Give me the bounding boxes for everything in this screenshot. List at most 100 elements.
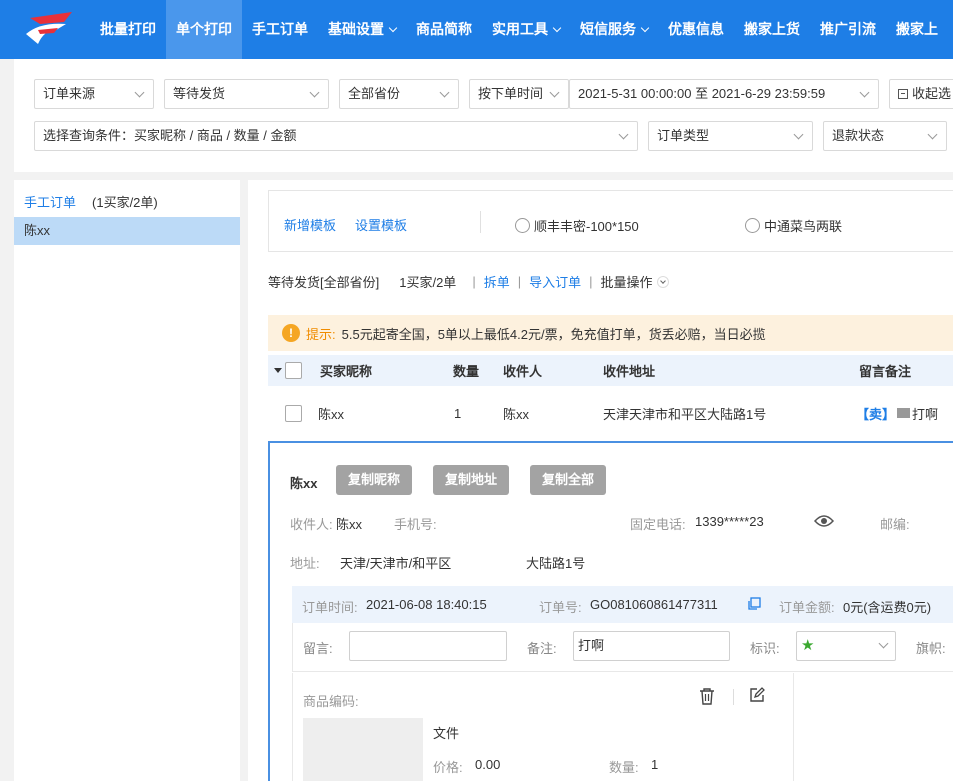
copy-all-button[interactable]: 复制全部 <box>530 465 607 495</box>
template-settings-link[interactable]: 设置模板 <box>355 215 407 234</box>
select-value: 订单来源 <box>43 86 96 101</box>
seller-tag: 【卖】 <box>856 406 896 422</box>
copy-nickname-button[interactable]: 复制昵称 <box>336 465 413 495</box>
radio-label: 中通菜鸟两联 <box>764 219 843 234</box>
eye-icon[interactable] <box>813 514 835 531</box>
checkbox <box>285 404 302 422</box>
tip-text: 5.5元起寄全国，5单以上最低4.2元/票，免充值打单，货丢必赔，当日必揽 <box>341 326 766 342</box>
copy-icon[interactable] <box>747 597 761 614</box>
chevron-down-icon <box>549 87 560 98</box>
row-checkbox[interactable] <box>285 388 302 438</box>
divider <box>480 211 481 233</box>
nav-label: 搬家上 <box>896 21 938 37</box>
nav-label: 批量打印 <box>100 21 156 37</box>
goods-section: 商品编码: 文件 价格: 0.00 数量: 1 <box>292 673 953 781</box>
import-order-link[interactable]: 导入订单 <box>529 272 581 291</box>
nav-product-abbr[interactable]: 商品简称 <box>406 0 482 59</box>
order-status-select[interactable]: 等待发货 <box>164 79 329 109</box>
edit-icon[interactable] <box>749 687 765 706</box>
divider <box>733 689 734 705</box>
remark-text: 打啊 <box>912 406 939 422</box>
radio-label: 顺丰丰密-100*150 <box>534 219 639 234</box>
divider: | <box>472 274 476 289</box>
note-input[interactable]: 打啊 <box>573 631 730 661</box>
chevron-down-icon <box>859 87 870 98</box>
address-street: 大陆路1号 <box>526 556 586 571</box>
amount-value: 0元(含运费0元) <box>843 600 932 615</box>
chevron-down-icon <box>793 129 804 140</box>
nav-traffic[interactable]: 推广引流 <box>810 0 886 59</box>
manual-order-link[interactable]: 手工订单 <box>24 195 76 210</box>
buyer-list-header: 手工订单 (1买家/2单) <box>14 180 240 217</box>
message-input[interactable] <box>349 631 507 661</box>
nav-manual-order[interactable]: 手工订单 <box>242 0 318 59</box>
tip-banner: ! 提示: 5.5元起寄全国，5单以上最低4.2元/票，免充值打单，货丢必赔，当… <box>268 315 953 351</box>
select-value: 按下单时间 <box>478 86 544 101</box>
amount-label: 订单金额: <box>779 600 835 615</box>
nav-label: 单个打印 <box>176 21 232 37</box>
copy-address-button[interactable]: 复制地址 <box>433 465 510 495</box>
order-detail-panel: 陈xx 复制昵称 复制地址 复制全部 收件人: 陈xx 手机号: 固定电话: 1… <box>268 441 953 781</box>
divider: | <box>517 274 522 289</box>
expand-toggle[interactable] <box>274 355 282 386</box>
select-value: 选择查询条件：买家昵称 / 商品 / 数量 / 金额 <box>43 128 297 143</box>
select-value: 退款状态 <box>832 128 885 143</box>
order-time-value: 2021-06-08 18:40:15 <box>366 597 487 612</box>
mark-label: 标识: <box>750 641 780 656</box>
date-range-input[interactable]: 2021-5-31 00:00:00 至 2021-6-29 23:59:59 <box>569 79 879 109</box>
batch-ops-dropdown[interactable]: 批量操作 <box>601 272 653 291</box>
status-text: 等待发货[全部省份] <box>268 275 380 290</box>
refund-status-select[interactable]: 退款状态 <box>823 121 947 151</box>
nav-promotions[interactable]: 优惠信息 <box>658 0 734 59</box>
order-source-select[interactable]: 订单来源 <box>34 79 154 109</box>
nav-move-goods[interactable]: 搬家上货 <box>734 0 810 59</box>
split-order-link[interactable]: 拆单 <box>484 272 510 291</box>
date-range-value: 2021-5-31 00:00:00 至 2021-6-29 23:59:59 <box>578 86 826 101</box>
price-label: 价格: <box>433 760 463 775</box>
radio-circle <box>745 218 760 233</box>
order-field-row: 留言: 备注: 打啊 标识: ★ 旗帜: <box>292 623 953 672</box>
nav-label: 优惠信息 <box>668 21 724 37</box>
nav-basic-settings[interactable]: 基础设置 <box>318 0 406 59</box>
time-type-select[interactable]: 按下单时间 <box>469 79 569 109</box>
note-value: 打啊 <box>578 638 605 653</box>
price-value: 0.00 <box>475 757 501 772</box>
nav-single-print[interactable]: 单个打印 <box>166 0 242 59</box>
chevron-down-icon <box>927 129 938 140</box>
table-row[interactable]: 陈xx 1 陈xx 天津天津市和平区大陆路1号 【卖】 打啊 <box>268 388 953 438</box>
buyer-list-item[interactable]: 陈xx <box>14 217 240 245</box>
trash-icon[interactable] <box>699 687 715 708</box>
info-icon: ! <box>282 324 300 342</box>
nav-batch-print[interactable]: 批量打印 <box>90 0 166 59</box>
select-value: 全部省份 <box>348 86 401 101</box>
add-template-link[interactable]: 新增模板 <box>284 215 336 234</box>
province-select[interactable]: 全部省份 <box>339 79 459 109</box>
table-header: 买家昵称 数量 收件人 收件地址 留言备注 <box>268 355 953 386</box>
chevron-down-icon <box>552 23 562 32</box>
template-radio-sf[interactable]: 顺丰丰密-100*150 <box>515 216 639 235</box>
goods-name: 文件 <box>433 726 460 741</box>
order-no-value: GO081060861477311 <box>590 597 718 612</box>
nav-move-goods-2[interactable]: 搬家上 <box>886 0 948 59</box>
cell-receiver: 陈xx <box>503 406 530 422</box>
collapse-button[interactable]: 收起选 <box>889 79 953 109</box>
query-condition-select[interactable]: 选择查询条件：买家昵称 / 商品 / 数量 / 金额 <box>34 121 638 151</box>
cell-remark: 【卖】 打啊 <box>856 388 938 438</box>
col-buyer: 买家昵称 <box>320 364 373 379</box>
divider <box>793 673 794 781</box>
chevron-down-icon <box>656 275 669 288</box>
buyer-count: (1买家/2单) <box>92 195 158 210</box>
qty-value: 1 <box>651 757 659 772</box>
mark-select[interactable]: ★ <box>796 631 896 661</box>
message-label: 留言: <box>303 641 333 656</box>
order-type-select[interactable]: 订单类型 <box>648 121 813 151</box>
select-value: 订单类型 <box>657 128 710 143</box>
select-all-checkbox[interactable] <box>285 355 302 386</box>
chevron-down-icon <box>388 23 398 32</box>
nav-tools[interactable]: 实用工具 <box>482 0 570 59</box>
chevron-down-icon <box>134 87 145 98</box>
template-radio-zto[interactable]: 中通菜鸟两联 <box>745 216 842 235</box>
product-image <box>303 718 423 781</box>
logo[interactable] <box>0 0 90 59</box>
nav-sms[interactable]: 短信服务 <box>570 0 658 59</box>
